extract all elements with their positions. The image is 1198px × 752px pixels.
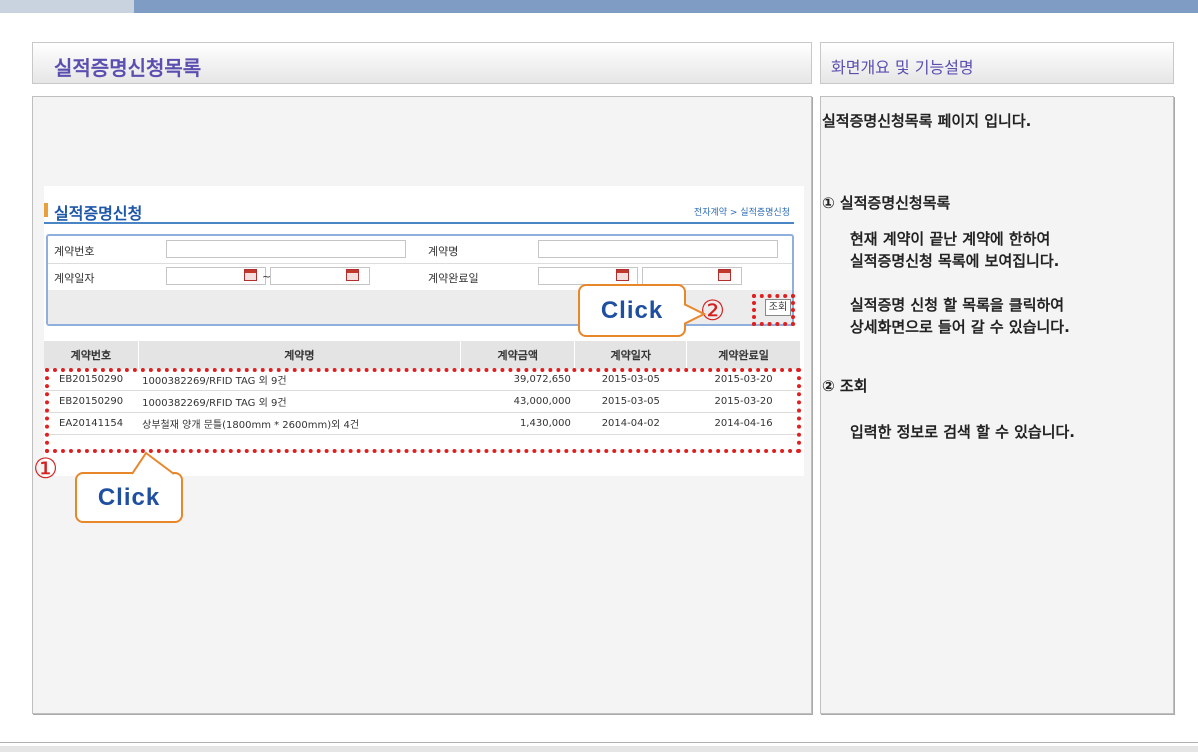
description-intro: 실적증명신청목록 페이지 입니다. bbox=[822, 112, 1032, 130]
top-accent-bar-light bbox=[0, 0, 134, 13]
contract-name-input[interactable] bbox=[538, 240, 778, 258]
description-item2-line1: 입력한 정보로 검색 할 수 있습니다. bbox=[850, 423, 1076, 441]
calendar-icon[interactable] bbox=[718, 269, 731, 281]
description-item2-title: ② 조회 bbox=[822, 377, 868, 395]
marker-1: ① bbox=[33, 452, 59, 485]
contract-date-label: 계약일자 bbox=[54, 272, 95, 285]
calendar-icon[interactable] bbox=[346, 269, 359, 281]
right-panel-header: 화면개요 및 기능설명 bbox=[820, 42, 1174, 84]
section-divider bbox=[44, 222, 794, 224]
left-panel-title: 실적증명신청목록 bbox=[54, 56, 202, 80]
callout-pointer-right bbox=[684, 303, 706, 325]
left-panel-header: 실적증명신청목록 bbox=[32, 42, 812, 84]
right-panel-title: 화면개요 및 기능설명 bbox=[831, 58, 974, 77]
highlight-search-button bbox=[752, 294, 795, 326]
click-callout-search: Click bbox=[578, 284, 686, 337]
description-panel bbox=[820, 96, 1174, 714]
col-contract-name: 계약명 bbox=[138, 341, 462, 369]
description-item1-line3: 실적증명 신청 할 목록을 클릭하여 bbox=[850, 296, 1065, 314]
col-completion-date: 계약완료일 bbox=[686, 341, 801, 369]
calendar-icon[interactable] bbox=[244, 269, 257, 281]
col-contract-no: 계약번호 bbox=[44, 341, 139, 369]
contract-no-input[interactable] bbox=[166, 240, 406, 258]
search-row-1: 계약번호 계약명 bbox=[48, 236, 792, 264]
contract-no-label: 계약번호 bbox=[54, 245, 95, 258]
description-item1-line4: 상세화면으로 들어 갈 수 있습니다. bbox=[850, 318, 1070, 336]
section-title: 실적증명신청 bbox=[44, 200, 142, 224]
col-contract-date: 계약일자 bbox=[574, 341, 688, 369]
breadcrumb[interactable]: 전자계약 > 실적증명신청 bbox=[694, 205, 790, 218]
top-accent-bar bbox=[134, 0, 1198, 13]
section-title-text: 실적증명신청 bbox=[54, 204, 143, 223]
description-item1-title: ① 실적증명신청목록 bbox=[822, 194, 951, 212]
table-header-row: 계약번호 계약명 계약금액 계약일자 계약완료일 bbox=[44, 341, 801, 369]
callout-pointer-up bbox=[131, 451, 175, 475]
footer-divider bbox=[0, 742, 1198, 743]
highlight-list-area bbox=[45, 368, 801, 453]
description-item1-line1: 현재 계약이 끝난 계약에 한하여 bbox=[850, 230, 1051, 248]
footer-strip bbox=[0, 746, 1198, 752]
calendar-icon[interactable] bbox=[616, 269, 629, 281]
completion-date-label: 계약완료일 bbox=[428, 272, 479, 285]
contract-name-label: 계약명 bbox=[428, 245, 459, 258]
description-item1-line2: 실적증명신청 목록에 보여집니다. bbox=[850, 252, 1060, 270]
col-amount: 계약금액 bbox=[460, 341, 576, 369]
click-callout-list: Click bbox=[75, 472, 183, 523]
